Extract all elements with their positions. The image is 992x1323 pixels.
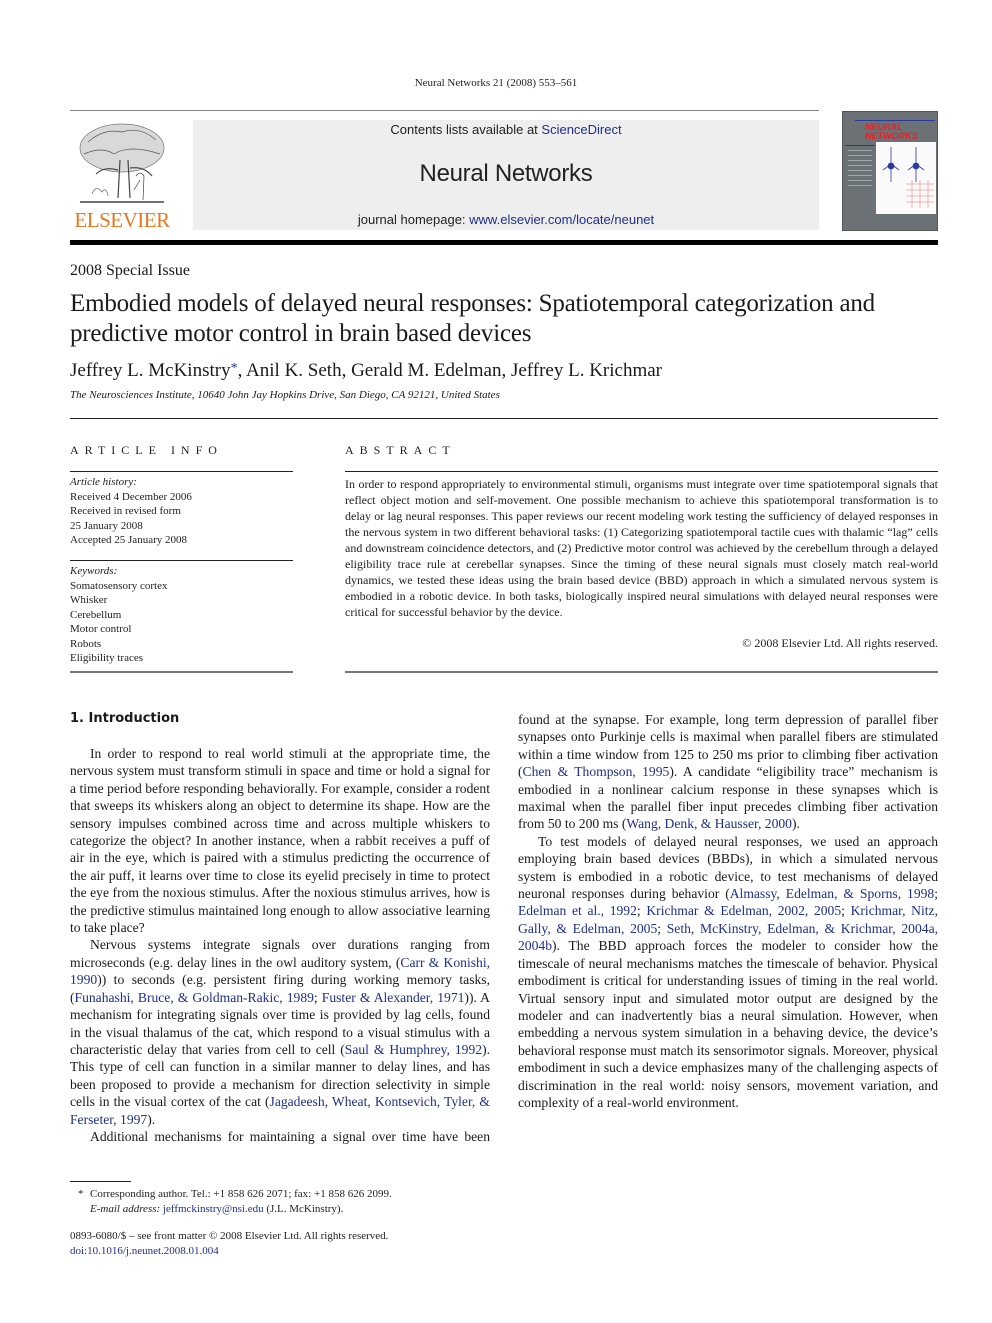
elsevier-wordmark: ELSEVIER [74,208,170,232]
corresponding-author-footnote: * Corresponding author. Tel.: +1 858 626 … [78,1187,392,1217]
keyword-item: Whisker [70,594,108,606]
history-item: 25 January 2008 [70,519,143,532]
divider [345,671,938,673]
paragraph-text: ). [147,1111,156,1127]
author-list: Jeffrey L. McKinstry*, Anil K. Seth, Ger… [70,360,662,382]
paragraph-text: ; [657,920,667,936]
journal-homepage-link[interactable]: www.elsevier.com/locate/neunet [469,212,654,227]
citation-link[interactable]: Saul & Humphrey, 1992 [345,1042,482,1057]
neuron-illustration-icon [876,142,936,214]
affiliation: The Neurosciences Institute, 10640 John … [70,389,500,401]
author-separator: , [237,360,247,381]
journal-masthead-box: Contents lists available at ScienceDirec… [193,120,819,230]
section-heading-introduction: 1. Introduction [70,711,180,726]
paragraph-text: ; [313,989,322,1005]
header-rule [70,110,819,111]
keyword-item: Robots [70,637,102,650]
citation-link[interactable]: Almassy, Edelman, & Sporns, 1998 [730,886,934,901]
paragraph-text: In order to respond to real world stimul… [70,746,490,936]
footnote-asterisk: * [78,1188,84,1200]
author-separator: , [501,360,511,381]
keyword-item: Cerebellum [70,608,122,621]
divider [70,418,938,419]
cover-decor-line [855,120,935,121]
divider [345,471,938,472]
email-suffix: (J.L. McKinstry). [263,1203,344,1215]
keyword-item: Somatosensory cortex [70,579,168,592]
journal-cover-thumbnail[interactable]: NEURAL NETWORKS [842,111,938,231]
author-name: Jeffrey L. McKinstry [70,360,231,381]
citation-link[interactable]: Fuster & Alexander, 1971 [322,990,465,1005]
author-separator: , [341,360,352,381]
body-paragraph: Nervous systems integrate signals over d… [70,936,490,1127]
author-name: Jeffrey L. Krichmar [510,360,663,381]
corresponding-author-marker[interactable]: * [231,361,238,376]
cover-text-lines [848,150,872,190]
front-matter: 0893-6080/$ – see front matter © 2008 El… [70,1229,388,1259]
keyword-item: Eligibility traces [70,652,144,664]
contents-prefix: Contents lists available at [390,122,542,137]
special-issue-label: 2008 Special Issue [70,262,190,279]
body-column-right: found at the synapse. For example, long … [518,711,938,1111]
citation-link[interactable]: Krichmar & Edelman, 2002, 2005 [646,903,841,918]
paragraph-text: Additional mechanisms for maintaining a … [90,1128,490,1144]
elsevier-logo[interactable]: ELSEVIER [70,120,174,232]
divider [70,560,293,561]
abstract-copyright: © 2008 Elsevier Ltd. All rights reserved… [742,636,938,650]
body-paragraph: To test models of delayed neural respons… [518,833,938,1112]
keywords: Keywords: Somatosensory cortex Whisker C… [70,564,293,666]
paragraph-text: ; [934,886,938,902]
citation-link[interactable]: Chen & Thompson, 1995 [523,764,670,779]
email-link[interactable]: jeffmckinstry@nsi.edu [163,1203,264,1215]
article-history: Article history: Received 4 December 200… [70,475,293,548]
journal-homepage-line: journal homepage: www.elsevier.com/locat… [193,212,819,227]
keywords-label: Keywords: [70,565,118,577]
paragraph-text: ; [636,903,647,919]
footnote-rule [70,1181,131,1182]
paragraph-text: ). [791,816,800,832]
cover-decor-line [845,145,875,146]
elsevier-tree-icon [79,123,165,203]
cover-title-line2: NETWORKS [865,131,918,141]
body-paragraph: In order to respond to real world stimul… [70,745,490,936]
divider [70,471,293,472]
email-label: E-mail address: [90,1203,161,1215]
history-item: Received in revised form [70,505,181,517]
body-paragraph-continued: found at the synapse. For example, long … [518,711,938,833]
author-name: Gerald M. Edelman [351,360,502,381]
homepage-prefix: journal homepage: [357,212,470,227]
abstract-heading: ABSTRACT [345,443,456,457]
citation-link[interactable]: Wang, Denk, & Hausser, 2000 [626,816,792,831]
front-matter-text: 0893-6080/$ – see front matter © 2008 El… [70,1230,389,1242]
journal-name: Neural Networks [419,160,593,187]
article-info-heading: ARTICLE INFO [70,443,223,457]
contents-line: Contents lists available at ScienceDirec… [193,122,819,137]
keyword-item: Motor control [70,623,132,635]
paragraph-text: ; [841,903,851,919]
citation-link[interactable]: Edelman et al., 1992 [518,903,637,918]
article-title: Embodied models of delayed neural respon… [70,290,875,347]
sciencedirect-link[interactable]: ScienceDirect [541,122,621,137]
body-column-left: In order to respond to real world stimul… [70,745,490,1145]
author-name: Anil K. Seth [246,360,342,381]
paragraph-text: ). The BBD approach forces the modeler t… [518,938,938,1110]
divider [70,671,293,673]
body-paragraph: Additional mechanisms for maintaining a … [70,1128,490,1145]
cover-title: NEURAL NETWORKS [865,123,918,141]
history-item: Accepted 25 January 2008 [70,534,187,546]
citation-link[interactable]: Funahashi, Bruce, & Goldman-Rakic, 1989 [75,990,314,1005]
doi-link[interactable]: doi:10.1016/j.neunet.2008.01.004 [70,1244,388,1259]
running-header: Neural Networks 21 (2008) 553–561 [414,77,578,89]
header-thick-rule [70,240,938,245]
abstract-text: In order to respond appropriately to env… [345,477,938,619]
corresponding-text: Corresponding author. Tel.: +1 858 626 2… [90,1188,392,1200]
history-item: Received 4 December 2006 [70,490,192,503]
article-history-label: Article history: [70,476,137,488]
